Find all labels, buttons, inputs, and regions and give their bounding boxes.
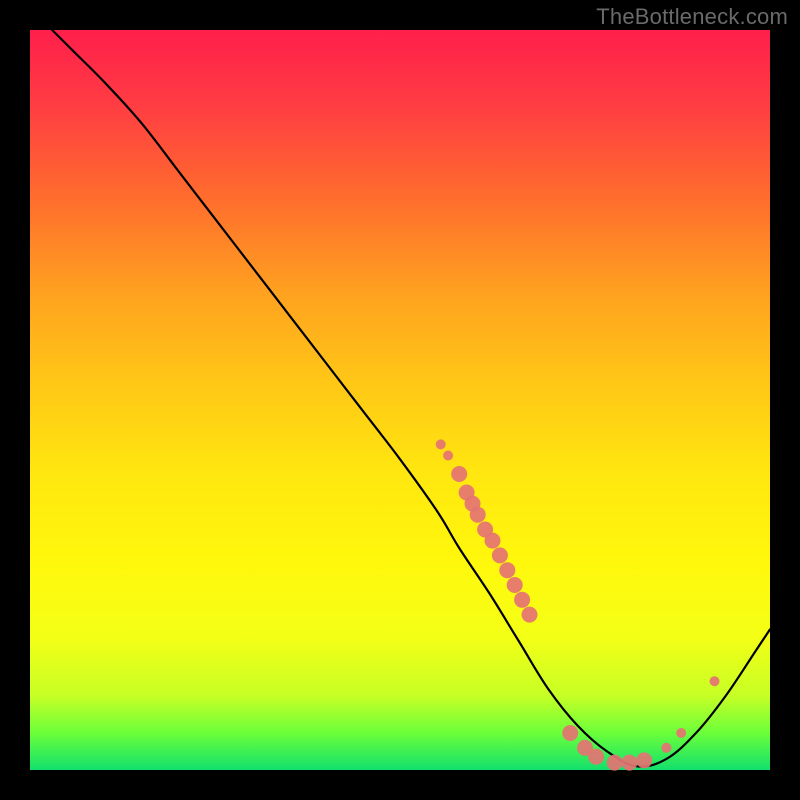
data-point — [661, 743, 671, 753]
data-point — [621, 755, 637, 771]
data-point — [710, 676, 720, 686]
data-point — [514, 592, 530, 608]
data-point — [485, 533, 501, 549]
data-point — [588, 749, 604, 765]
plot-area — [30, 30, 770, 770]
bottleneck-curve — [52, 30, 770, 767]
data-point — [636, 752, 652, 768]
data-point — [492, 547, 508, 563]
data-point — [607, 755, 623, 771]
data-point — [436, 439, 446, 449]
data-point — [522, 607, 538, 623]
watermark-text: TheBottleneck.com — [596, 4, 788, 30]
data-point — [676, 728, 686, 738]
data-point — [499, 562, 515, 578]
data-point — [451, 466, 467, 482]
data-points — [436, 439, 720, 770]
data-point — [470, 507, 486, 523]
data-point — [562, 725, 578, 741]
data-point — [443, 451, 453, 461]
data-point — [507, 577, 523, 593]
chart-svg — [30, 30, 770, 770]
chart-frame: TheBottleneck.com — [0, 0, 800, 800]
